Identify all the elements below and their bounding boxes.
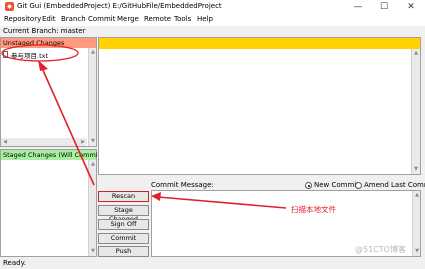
watermark-text: @51CTO博客 (355, 245, 406, 254)
annotation-overlay (1, 44, 287, 209)
annotation-arrow-line (41, 67, 95, 186)
annotation-arrow-head-up (38, 60, 48, 71)
annotation-arrow-head-left (151, 192, 161, 201)
file-highlight-ellipse (1, 44, 79, 62)
annotation-text: 扫描本地文件 (291, 205, 336, 214)
annotation-arrow-line-2 (157, 196, 287, 209)
